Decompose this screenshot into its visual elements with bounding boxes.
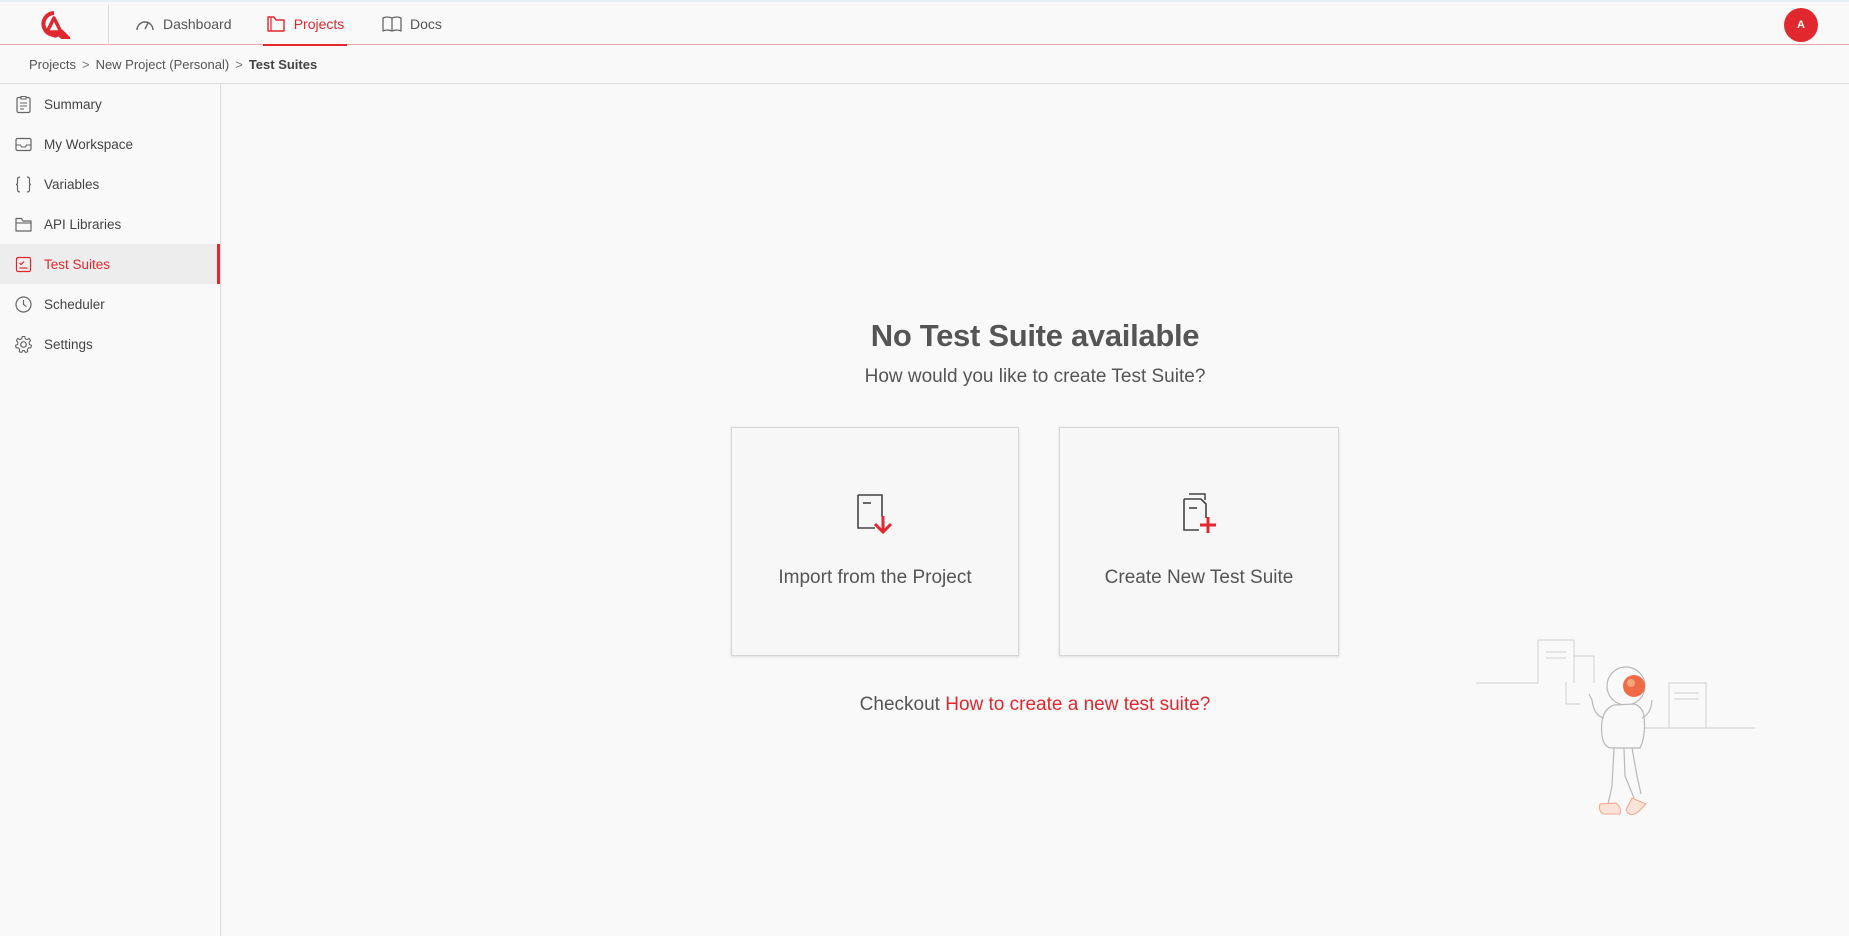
import-card-label: Import from the Project [778, 567, 972, 588]
nav-docs[interactable]: Docs [382, 2, 442, 45]
gear-icon [14, 335, 33, 353]
help-link[interactable]: How to create a new test suite? [945, 694, 1210, 715]
sidebar-item-test-suites[interactable]: Test Suites [0, 244, 220, 284]
book-icon [382, 15, 402, 32]
folder-icon [15, 217, 32, 232]
import-from-project-card[interactable]: Import from the Project [731, 427, 1019, 656]
breadcrumb-projects[interactable]: Projects [29, 57, 76, 72]
empty-state-subtitle: How would you like to create Test Suite? [864, 366, 1206, 387]
empty-state-title: No Test Suite available [870, 318, 1200, 353]
sidebar-item-label: Scheduler [44, 296, 105, 312]
sidebar-item-settings[interactable]: Settings [0, 324, 220, 364]
clipboard-icon [16, 95, 31, 113]
sidebar-item-variables[interactable]: Variables [0, 164, 220, 204]
document-download-icon [857, 494, 893, 535]
sidebar-item-label: Test Suites [44, 256, 111, 272]
top-navbar: Dashboard Projects Docs A [0, 0, 1849, 46]
nav-dashboard-label: Dashboard [163, 15, 232, 32]
nav-projects[interactable]: Projects [263, 2, 347, 46]
astronaut-illustration [1476, 639, 1755, 816]
folder-icon [267, 15, 285, 32]
sidebar-item-label: API Libraries [44, 216, 122, 232]
nav-projects-label: Projects [293, 15, 345, 32]
sidebar-item-summary[interactable]: Summary [0, 84, 220, 124]
sidebar-item-label: My Workspace [44, 136, 134, 152]
braces-icon [15, 175, 32, 193]
document-add-icon [1183, 493, 1216, 533]
breadcrumb-current: Test Suites [248, 56, 318, 72]
create-card-label: Create New Test Suite [1104, 567, 1294, 588]
sidebar-item-scheduler[interactable]: Scheduler [0, 284, 220, 324]
nav-dashboard[interactable]: Dashboard [135, 2, 232, 45]
breadcrumb: Projects > New Project (Personal) > Test… [0, 45, 1849, 84]
create-test-suite-card[interactable]: Create New Test Suite [1059, 427, 1339, 656]
breadcrumb-project[interactable]: New Project (Personal) [96, 57, 230, 72]
clock-icon [15, 295, 32, 313]
gauge-icon [136, 20, 154, 30]
breadcrumb-separator: > [81, 56, 90, 72]
app-logo-icon[interactable] [38, 11, 73, 40]
sidebar-item-label: Settings [44, 336, 93, 352]
user-avatar[interactable]: A [1784, 8, 1818, 42]
checklist-icon [15, 256, 32, 272]
sidebar: Summary My Workspace Variables API Libra… [0, 84, 221, 936]
logo-divider [108, 5, 109, 45]
sidebar-item-label: Variables [44, 176, 100, 192]
sidebar-item-api-libraries[interactable]: API Libraries [0, 204, 220, 244]
checkout-prefix: Checkout [859, 694, 940, 715]
nav-docs-label: Docs [410, 15, 442, 32]
inbox-icon [15, 137, 32, 151]
breadcrumb-separator: > [235, 56, 243, 72]
sidebar-item-my-workspace[interactable]: My Workspace [0, 124, 220, 164]
sidebar-item-label: Summary [44, 96, 102, 112]
